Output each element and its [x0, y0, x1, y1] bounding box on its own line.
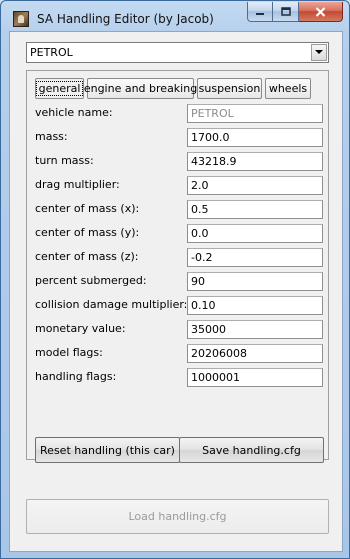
- vehicle-name-label: vehicle name:: [35, 106, 113, 119]
- center-of-mass-x-label: center of mass (x):: [35, 202, 140, 215]
- maximize-button[interactable]: [273, 2, 299, 22]
- close-icon: [315, 6, 326, 17]
- tab-suspension[interactable]: suspension: [197, 78, 262, 99]
- vehicle-select[interactable]: PETROL: [26, 42, 329, 63]
- percent-submerged-field[interactable]: [187, 272, 323, 291]
- reset-handling-button[interactable]: Reset handling (this car): [35, 437, 180, 463]
- app-icon[interactable]: [13, 11, 29, 27]
- vehicle-select-value: PETROL: [30, 46, 73, 59]
- collision-damage-multiplier-field[interactable]: [187, 296, 323, 315]
- handling-flags-label: handling flags:: [35, 370, 117, 383]
- turn-mass-field[interactable]: [187, 152, 323, 171]
- maximize-icon: [280, 7, 291, 16]
- chevron-down-icon: [315, 50, 323, 54]
- tab-engine-and-breaking[interactable]: engine and breaking: [83, 78, 198, 99]
- mass-field[interactable]: [187, 128, 323, 147]
- minimize-button[interactable]: [247, 2, 273, 22]
- tab-panel: general engine and breaking suspension w…: [26, 70, 329, 463]
- load-handling-button: Load handling.cfg: [26, 499, 329, 534]
- handling-flags-field[interactable]: [187, 368, 323, 387]
- app-window: SA Handling Editor (by Jacob) PETROL gen…: [0, 0, 350, 559]
- drag-multiplier-field[interactable]: [187, 176, 323, 195]
- center-of-mass-z-field[interactable]: [187, 248, 323, 267]
- model-flags-field[interactable]: [187, 344, 323, 363]
- center-of-mass-y-label: center of mass (y):: [35, 226, 140, 239]
- tab-suspension-label: suspension: [198, 82, 261, 95]
- tab-general-label: general: [35, 81, 84, 96]
- tab-wheels-label: wheels: [268, 82, 308, 95]
- caption-buttons: [247, 2, 343, 22]
- vehicle-name-field: [187, 104, 323, 123]
- window-title: SA Handling Editor (by Jacob): [37, 12, 214, 26]
- model-flags-label: model flags:: [35, 346, 103, 359]
- percent-submerged-label: percent submerged:: [35, 274, 147, 287]
- close-button[interactable]: [299, 2, 343, 22]
- collision-damage-multiplier-label: collision damage multiplier:: [35, 298, 188, 311]
- monetary-value-field[interactable]: [187, 320, 323, 339]
- title-bar[interactable]: SA Handling Editor (by Jacob): [1, 1, 349, 35]
- vehicle-select-dropdown-button[interactable]: [311, 44, 327, 61]
- tab-wheels[interactable]: wheels: [265, 78, 311, 99]
- center-of-mass-z-label: center of mass (z):: [35, 250, 139, 263]
- turn-mass-label: turn mass:: [35, 154, 94, 167]
- client-area: PETROL general engine and breaking suspe…: [9, 31, 343, 552]
- center-of-mass-y-field[interactable]: [187, 224, 323, 243]
- mass-label: mass:: [35, 130, 68, 143]
- tab-general[interactable]: general: [35, 78, 84, 99]
- monetary-value-label: monetary value:: [35, 322, 126, 335]
- minimize-icon: [256, 12, 264, 15]
- drag-multiplier-label: drag multiplier:: [35, 178, 120, 191]
- center-of-mass-x-field[interactable]: [187, 200, 323, 219]
- tab-engine-label: engine and breaking: [83, 82, 198, 95]
- save-handling-button[interactable]: Save handling.cfg: [179, 437, 324, 463]
